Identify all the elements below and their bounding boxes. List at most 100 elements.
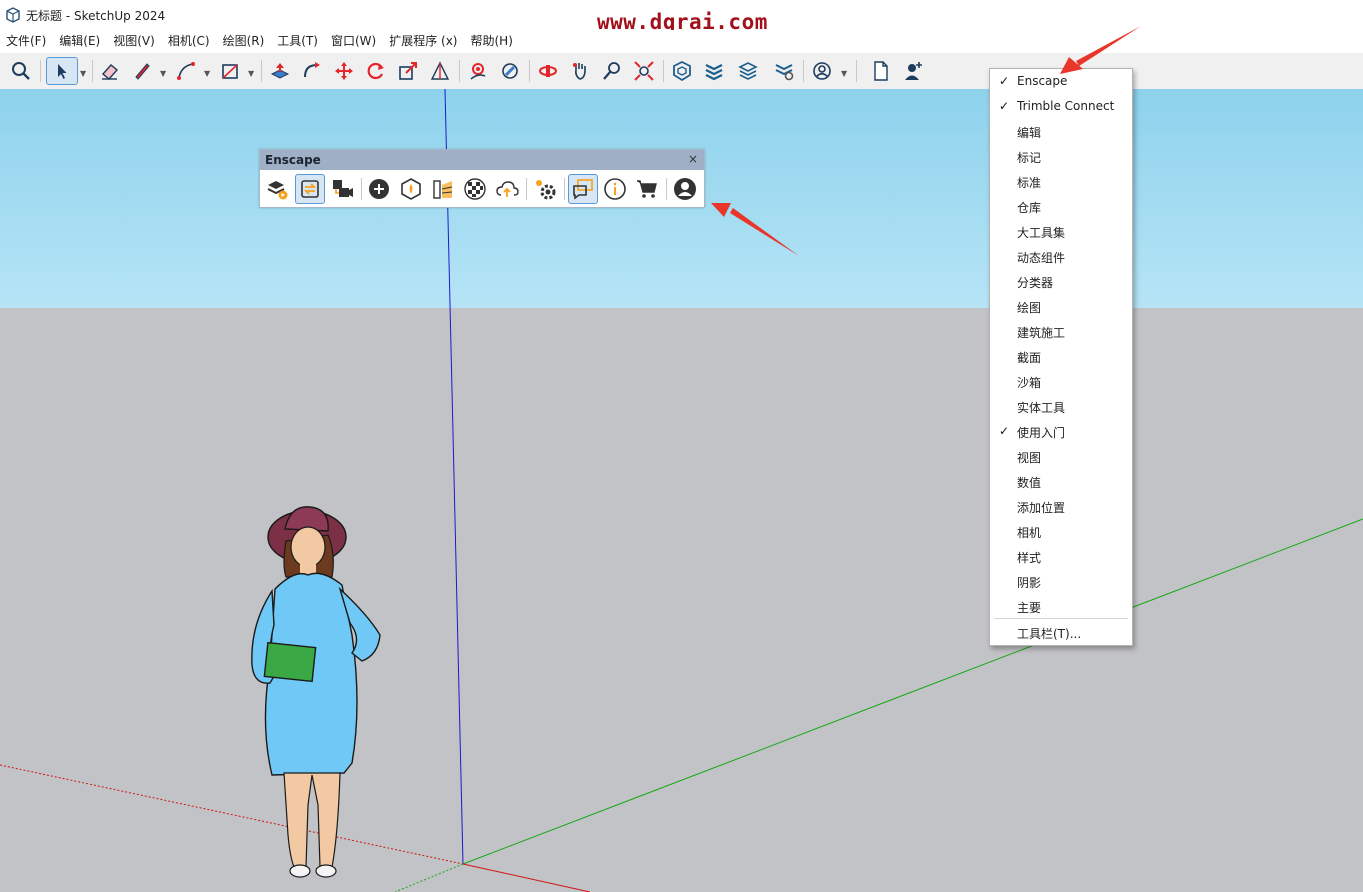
menu-draw[interactable]: 绘图(R): [217, 30, 272, 52]
menu-item-label: 样式: [1017, 551, 1042, 565]
hand-icon[interactable]: [566, 57, 594, 85]
add-icon[interactable]: [364, 174, 394, 204]
extension-warehouse-icon[interactable]: [700, 57, 728, 85]
eraser-icon[interactable]: [96, 57, 124, 85]
toolbar-separator: [663, 60, 664, 82]
toolbar-separator: [261, 60, 262, 82]
settings-icon[interactable]: [530, 174, 560, 204]
menu-item-solid-tools[interactable]: 实体工具: [990, 394, 1132, 419]
add-user-icon[interactable]: [899, 57, 927, 85]
zoom-icon[interactable]: [598, 57, 626, 85]
sketchup-logo-icon: [6, 7, 20, 23]
x-axis-line: [462, 863, 591, 892]
menu-item-large-tool-set[interactable]: 大工具集: [990, 219, 1132, 244]
checker-icon[interactable]: [460, 174, 490, 204]
start-enscape-icon[interactable]: [262, 174, 292, 204]
chevron-down-icon[interactable]: ▼: [248, 69, 254, 78]
feedback-icon[interactable]: [568, 174, 598, 204]
menu-item-camera[interactable]: 相机: [990, 519, 1132, 544]
menu-item-trimble-connect[interactable]: ✓ Trimble Connect: [990, 94, 1132, 119]
menu-item-styles[interactable]: 样式: [990, 544, 1132, 569]
close-icon[interactable]: ×: [688, 152, 698, 166]
menu-file[interactable]: 文件(F): [0, 30, 53, 52]
toolbar-separator: [666, 178, 667, 200]
menu-item-views[interactable]: 视图: [990, 444, 1132, 469]
y-axis-line: [462, 518, 1363, 865]
menu-item-classifier[interactable]: 分类器: [990, 269, 1132, 294]
trimble-icon[interactable]: [770, 57, 798, 85]
toolbar-separator: [92, 60, 93, 82]
orbit-icon[interactable]: [464, 57, 492, 85]
menu-item-label: 标准: [1017, 176, 1042, 190]
menu-item-label: 动态组件: [1017, 251, 1066, 265]
model-viewport[interactable]: [0, 89, 1363, 892]
menu-item-dynamic-components[interactable]: 动态组件: [990, 244, 1132, 269]
views-icon[interactable]: [396, 174, 426, 204]
layout-icon[interactable]: [734, 57, 762, 85]
menu-item-drawing[interactable]: 绘图: [990, 294, 1132, 319]
toolbars-context-menu: ✓ Enscape ✓ Trimble Connect 编辑 标记 标准 仓库 大工…: [989, 68, 1133, 646]
person-figure: [251, 506, 381, 878]
menu-item-section[interactable]: 截面: [990, 344, 1132, 369]
menu-item-warehouse[interactable]: 仓库: [990, 194, 1132, 219]
warehouse-icon[interactable]: [668, 57, 696, 85]
video-capture-icon[interactable]: [327, 174, 357, 204]
menu-item-label: 沙箱: [1017, 376, 1042, 390]
enscape-panel-titlebar[interactable]: Enscape ×: [260, 150, 704, 170]
pencil-line-icon[interactable]: [128, 57, 156, 85]
check-icon: ✓: [999, 99, 1010, 113]
chevron-down-icon[interactable]: ▼: [841, 69, 847, 78]
cart-icon[interactable]: [632, 174, 662, 204]
menu-item-getting-started[interactable]: ✓ 使用入门: [990, 419, 1132, 444]
toolbar-separator: [529, 60, 530, 82]
menu-item-principal[interactable]: 主要: [990, 594, 1132, 619]
pan-icon[interactable]: [534, 57, 562, 85]
menu-item-standard[interactable]: 标准: [990, 169, 1132, 194]
menu-bar: 文件(F) 编辑(E) 视图(V) 相机(C) 绘图(R) 工具(T) 窗口(W…: [0, 30, 1363, 52]
menu-item-add-location[interactable]: 添加位置: [990, 494, 1132, 519]
section-plane-icon[interactable]: [496, 57, 524, 85]
menu-item-tags[interactable]: 标记: [990, 144, 1132, 169]
menu-item-sandbox[interactable]: 沙箱: [990, 369, 1132, 394]
menu-edit[interactable]: 编辑(E): [53, 30, 107, 52]
menu-tools[interactable]: 工具(T): [271, 30, 325, 52]
new-file-icon[interactable]: [867, 57, 895, 85]
chevron-down-icon[interactable]: ▼: [204, 69, 210, 78]
menu-item-construction[interactable]: 建筑施工: [990, 319, 1132, 344]
select-arrow-icon[interactable]: [46, 57, 78, 85]
menu-item-label: Trimble Connect: [1017, 99, 1115, 113]
menu-item-shadows[interactable]: 阴影: [990, 569, 1132, 594]
menu-item-measurements[interactable]: 数值: [990, 469, 1132, 494]
menu-view[interactable]: 视图(V): [107, 30, 162, 52]
menu-item-enscape[interactable]: ✓ Enscape: [990, 69, 1132, 94]
menu-item-label: 工具栏(T)...: [1017, 627, 1082, 641]
zoom-extents-icon[interactable]: [630, 57, 658, 85]
enscape-toolbar-panel[interactable]: Enscape ×: [259, 149, 705, 208]
follow-me-icon[interactable]: [298, 57, 326, 85]
arc-icon[interactable]: [172, 57, 200, 85]
menu-window[interactable]: 窗口(W): [325, 30, 383, 52]
tape-measure-icon[interactable]: [426, 57, 454, 85]
toolbar-separator: [526, 178, 527, 200]
menu-item-edit[interactable]: 编辑: [990, 119, 1132, 144]
menu-item-label: 绘图: [1017, 301, 1042, 315]
rectangle-icon[interactable]: [216, 57, 244, 85]
menu-extensions[interactable]: 扩展程序 (x): [383, 30, 464, 52]
person-book: [263, 641, 317, 683]
upload-cloud-icon[interactable]: [492, 174, 522, 204]
materials-icon[interactable]: [428, 174, 458, 204]
menu-camera[interactable]: 相机(C): [162, 30, 217, 52]
info-icon[interactable]: [600, 174, 630, 204]
chevron-down-icon[interactable]: ▼: [80, 69, 86, 78]
chevron-down-icon[interactable]: ▼: [160, 69, 166, 78]
menu-help[interactable]: 帮助(H): [464, 30, 519, 52]
sync-icon[interactable]: [295, 174, 325, 204]
account-icon[interactable]: [808, 57, 836, 85]
menu-item-toolbars[interactable]: 工具栏(T)...: [990, 620, 1132, 645]
move-icon[interactable]: [330, 57, 358, 85]
scale-icon[interactable]: [394, 57, 422, 85]
user-account-icon[interactable]: [670, 174, 700, 204]
push-pull-icon[interactable]: [266, 57, 294, 85]
rotate-icon[interactable]: [362, 57, 390, 85]
search-icon[interactable]: [7, 57, 35, 85]
